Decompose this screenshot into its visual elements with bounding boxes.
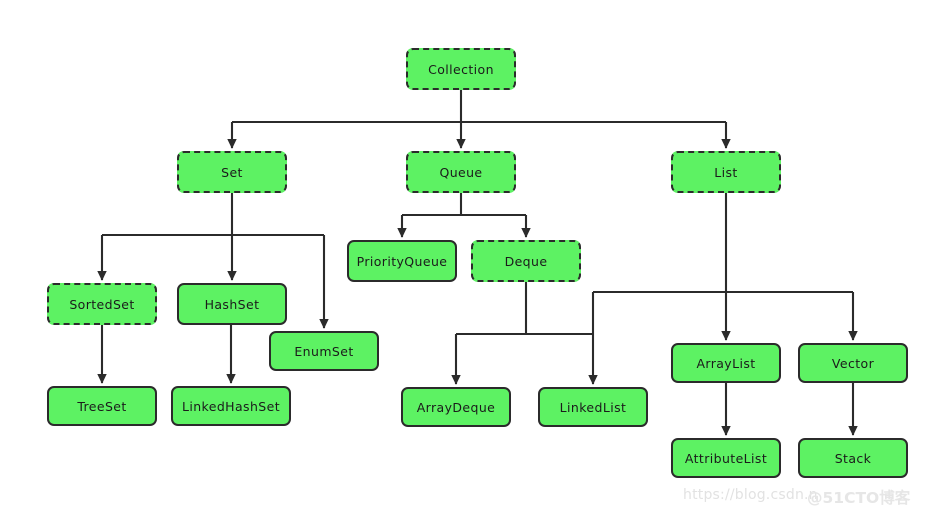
collection-hierarchy-diagram: Collection Set Queue List PriorityQueue Deque… [0,0,939,510]
node-stack[interactable]: Stack [798,438,908,478]
node-label: LinkedList [559,399,627,415]
node-enumset[interactable]: EnumSet [269,331,379,371]
node-queue[interactable]: Queue [406,151,516,193]
node-label: EnumSet [294,343,354,359]
node-label: HashSet [204,296,260,312]
node-label: LinkedHashSet [182,398,280,414]
node-label: Queue [439,164,483,180]
node-label: Deque [504,253,548,269]
node-label: PriorityQueue [356,253,448,269]
node-label: Vector [831,355,875,371]
node-label: Stack [834,450,872,466]
node-label: Set [221,164,243,180]
node-collection[interactable]: Collection [406,48,516,90]
node-label: List [714,164,738,180]
node-arraylist[interactable]: ArrayList [671,343,781,383]
node-label: SortedSet [69,296,135,312]
node-linkedlist[interactable]: LinkedList [538,387,648,427]
node-linkedhashset[interactable]: LinkedHashSet [171,386,291,426]
node-treeset[interactable]: TreeSet [47,386,157,426]
node-label: Collection [428,61,494,77]
node-label: AttributeList [684,450,768,466]
node-label: ArrayDeque [416,399,496,415]
node-hashset[interactable]: HashSet [177,283,287,325]
node-attributelist[interactable]: AttributeList [671,438,781,478]
node-label: TreeSet [77,398,127,414]
node-list[interactable]: List [671,151,781,193]
node-label: ArrayList [696,355,756,371]
node-priorityqueue[interactable]: PriorityQueue [347,240,457,282]
node-vector[interactable]: Vector [798,343,908,383]
node-deque[interactable]: Deque [471,240,581,282]
node-set[interactable]: Set [177,151,287,193]
node-sortedset[interactable]: SortedSet [47,283,157,325]
node-arraydeque[interactable]: ArrayDeque [401,387,511,427]
